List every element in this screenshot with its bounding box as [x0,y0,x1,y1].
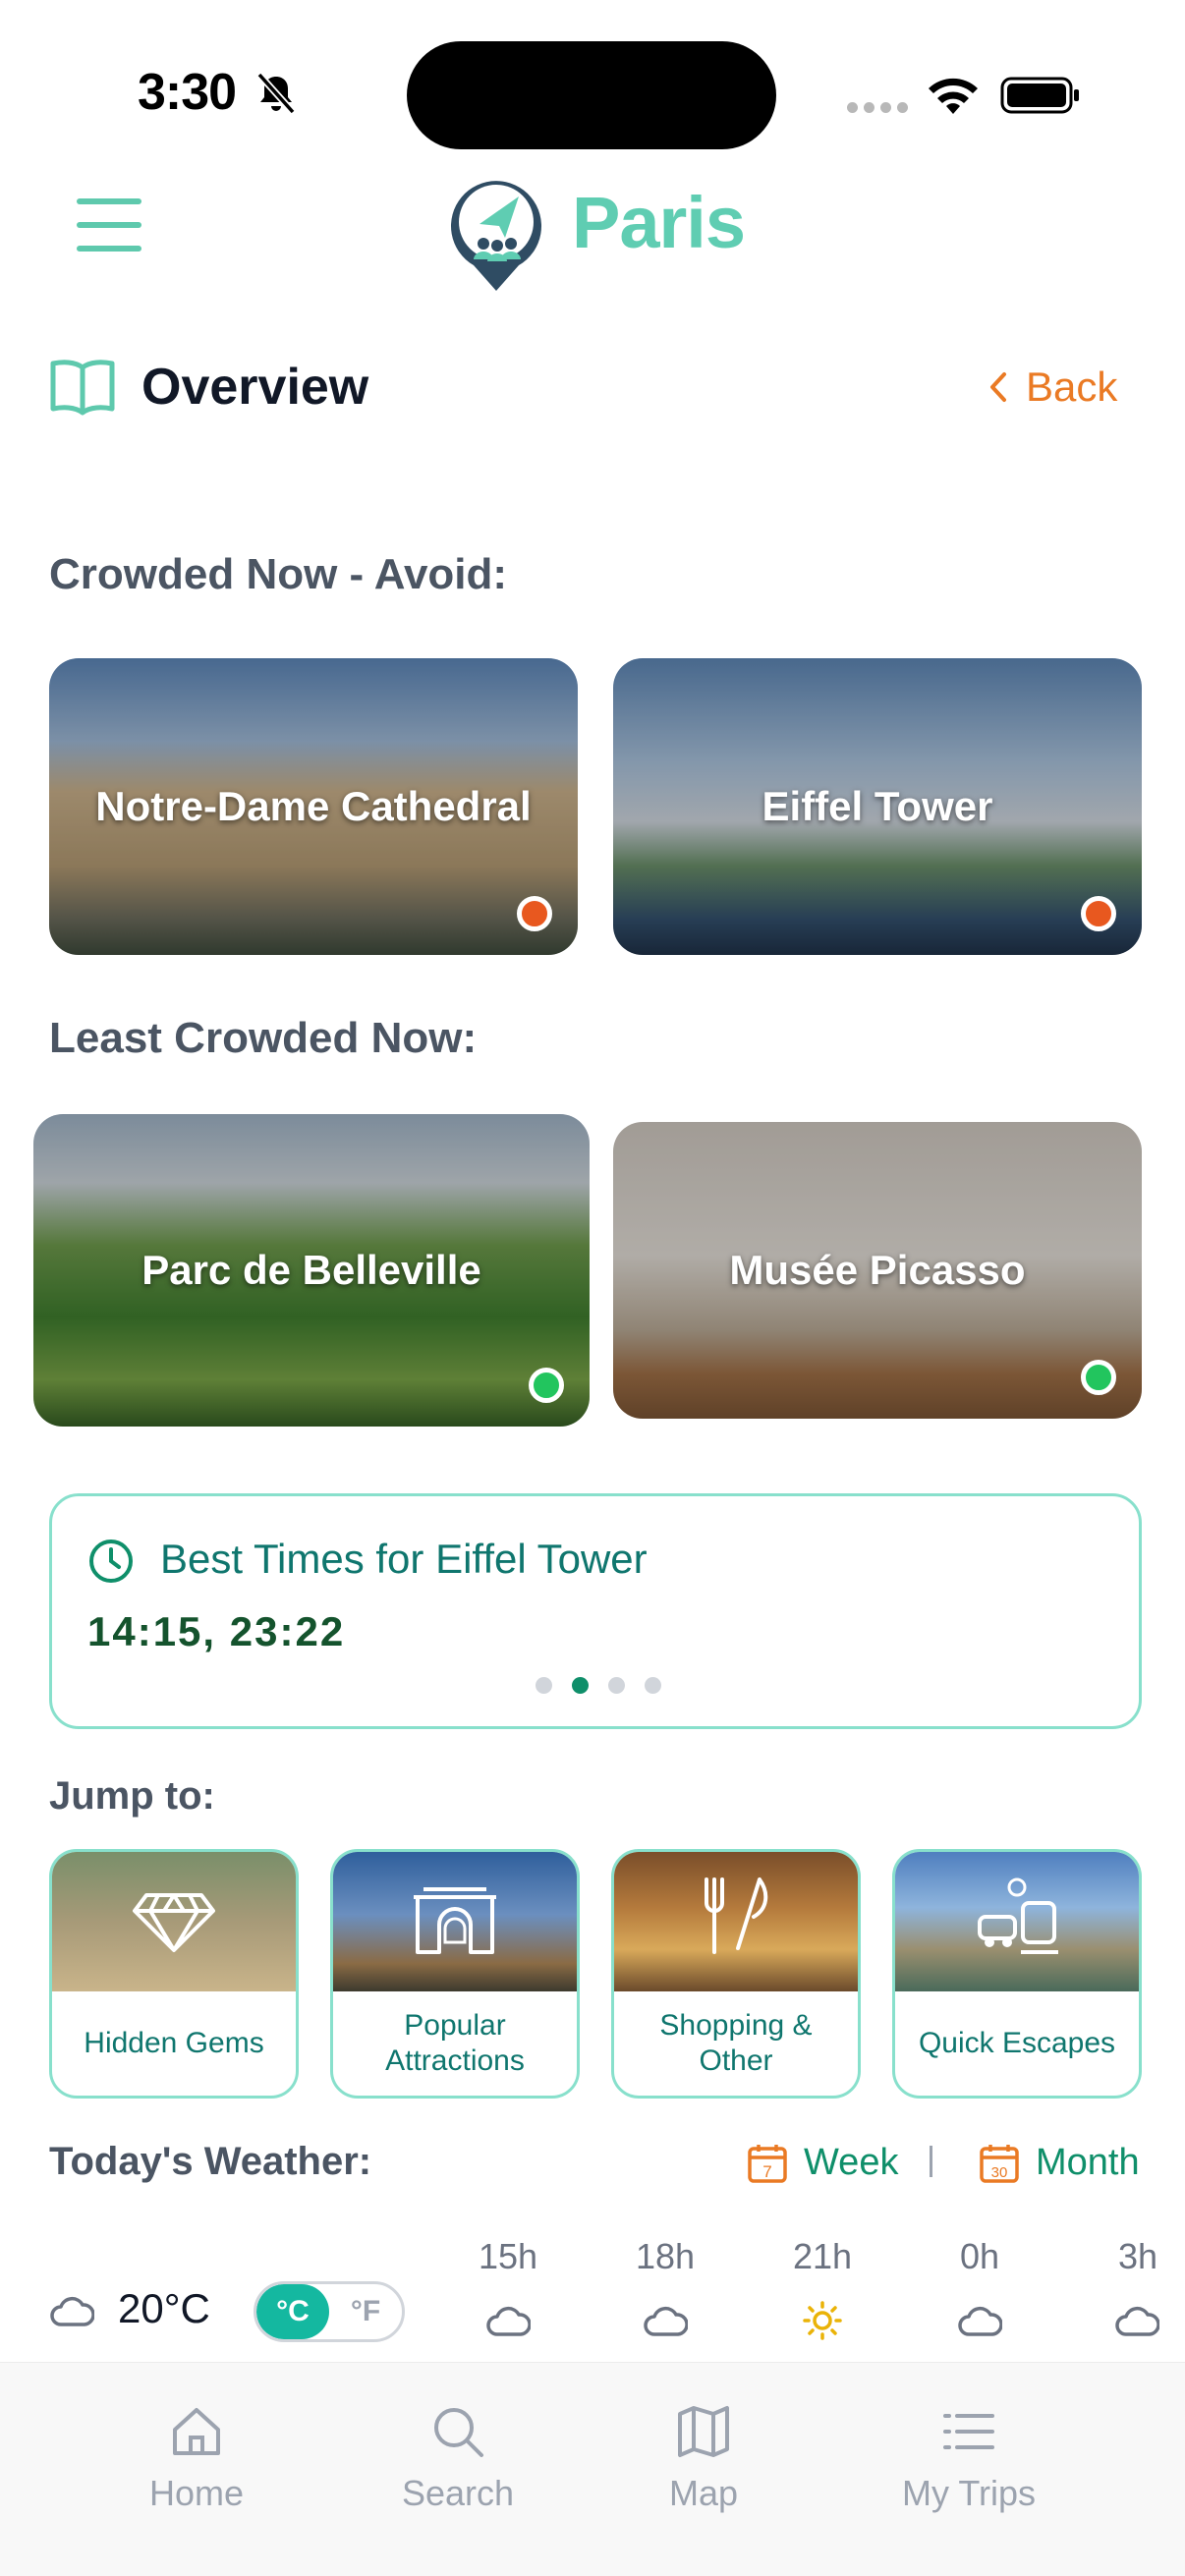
divider [930,2146,932,2177]
tab-label: Map [668,2473,739,2513]
hour-label: 18h [635,2236,696,2276]
month-label: Month [1036,2142,1140,2183]
shopping-dining-icon [705,1877,768,1954]
unit-celsius[interactable]: °C [256,2284,329,2339]
back-label: Back [1026,364,1118,410]
menu-icon[interactable] [77,198,141,252]
app-header: Paris [0,157,1185,295]
section-title: Overview [141,359,369,416]
hour-label: 3h [1118,2236,1158,2276]
hour-label: 0h [959,2236,1000,2276]
hourly-forecast-item: 3h [1083,2236,1185,2340]
chevron-left-icon [990,372,1006,402]
clock-icon [89,1540,133,1583]
week-label: Week [804,2142,899,2183]
jump-tile-hidden-gems[interactable]: Hidden Gems [49,1849,299,2099]
weather-heading: Today's Weather: [49,2140,372,2183]
landmark-icon [414,1887,496,1954]
jump-tile-label: Shopping & Other [659,2009,813,2077]
book-icon [50,360,115,416]
status-bar: 3:30 [0,0,1185,157]
calendar-month-icon: 30 [980,2144,1019,2183]
search-icon [434,2408,483,2457]
jump-tile-popular-attractions[interactable]: Popular Attractions [330,1849,580,2099]
jump-tile-quick-escapes[interactable]: Quick Escapes [892,1849,1142,2099]
cloud-icon [644,2306,688,2336]
tab-map[interactable]: Map [605,2402,802,2514]
cloud-icon [50,2296,94,2326]
carousel-pager[interactable] [536,1677,661,1694]
attraction-name: Eiffel Tower [762,783,993,829]
jump-tile-label: Hidden Gems [84,2027,264,2059]
hourly-forecast-item: 0h [926,2236,1034,2340]
tab-my-trips[interactable]: My Trips [871,2402,1067,2514]
tab-label: Home [148,2473,245,2513]
current-temperature: 20°C [118,2285,210,2331]
hour-label: 15h [478,2236,538,2276]
bottom-tab-bar: Home Search Map My Trips [0,2362,1185,2576]
tab-home[interactable]: Home [98,2402,295,2514]
hourly-forecast-item: 15h [454,2236,562,2340]
crowd-status-indicator [1081,896,1116,931]
svg-text:30: 30 [991,2164,1008,2181]
wifi-icon [929,78,978,114]
best-times-title: Best Times for Eiffel Tower [160,1536,648,1582]
crowd-status-indicator [529,1368,564,1403]
weather-week-button[interactable]: 7 Week [747,2142,898,2184]
attraction-card-parc-de-belleville[interactable]: Parc de Belleville [33,1114,590,1427]
cloud-icon [1115,2306,1159,2336]
best-times-values: 14:15, 23:22 [87,1608,346,1654]
pager-dot[interactable] [536,1677,552,1694]
tab-search[interactable]: Search [360,2402,556,2514]
train-car-icon [978,1877,1058,1954]
tab-label: My Trips [901,2473,1036,2513]
cellular-signal-icon [847,102,908,113]
jump-to-heading: Jump to: [49,1774,215,1818]
pager-dot[interactable] [645,1677,661,1694]
jump-tile-label: Popular Attractions [385,2009,525,2077]
crowd-status-indicator [1081,1360,1116,1395]
unit-fahrenheit[interactable]: °F [329,2284,402,2339]
crowd-status-indicator [517,896,552,931]
weather-month-button[interactable]: 30 Month [979,2142,1140,2184]
calendar-week-icon: 7 [748,2144,787,2183]
attraction-name: Notre-Dame Cathedral [95,783,532,829]
back-button[interactable]: Back [987,364,1117,411]
sun-icon [803,2301,842,2340]
hourly-forecast-item: 21h [768,2236,876,2340]
list-icon [943,2414,994,2449]
cloud-icon [486,2306,531,2336]
attraction-name: Parc de Belleville [141,1247,481,1293]
svg-text:7: 7 [762,2162,771,2181]
attraction-card-musee-picasso[interactable]: Musée Picasso [613,1122,1142,1419]
dynamic-island [407,41,776,149]
pager-dot[interactable] [608,1677,625,1694]
jump-tile-label: Quick Escapes [918,2027,1116,2059]
attraction-name: Musée Picasso [729,1247,1026,1293]
temperature-unit-toggle[interactable]: °C °F [254,2281,405,2342]
battery-icon [1000,77,1079,114]
app-logo-icon [451,181,541,291]
attraction-card-eiffel-tower[interactable]: Eiffel Tower [613,658,1142,955]
tab-label: Search [401,2473,515,2513]
least-crowded-heading: Least Crowded Now: [49,1014,478,1062]
bell-off-icon [256,72,296,115]
status-time: 3:30 [138,64,237,121]
best-times-card[interactable]: Best Times for Eiffel Tower 14:15, 23:22 [49,1493,1142,1729]
pager-dot-active[interactable] [572,1677,589,1694]
crowded-heading: Crowded Now - Avoid: [49,550,508,598]
attraction-card-notre-dame[interactable]: Notre-Dame Cathedral [49,658,578,955]
cloud-icon [958,2306,1002,2336]
page-title: Paris [572,182,746,263]
hour-label: 21h [792,2236,853,2276]
hourly-forecast-item: 18h [611,2236,719,2340]
diamond-icon [133,1893,215,1952]
jump-tile-shopping-other[interactable]: Shopping & Other [611,1849,861,2099]
map-icon [678,2406,729,2457]
home-icon [173,2408,220,2455]
